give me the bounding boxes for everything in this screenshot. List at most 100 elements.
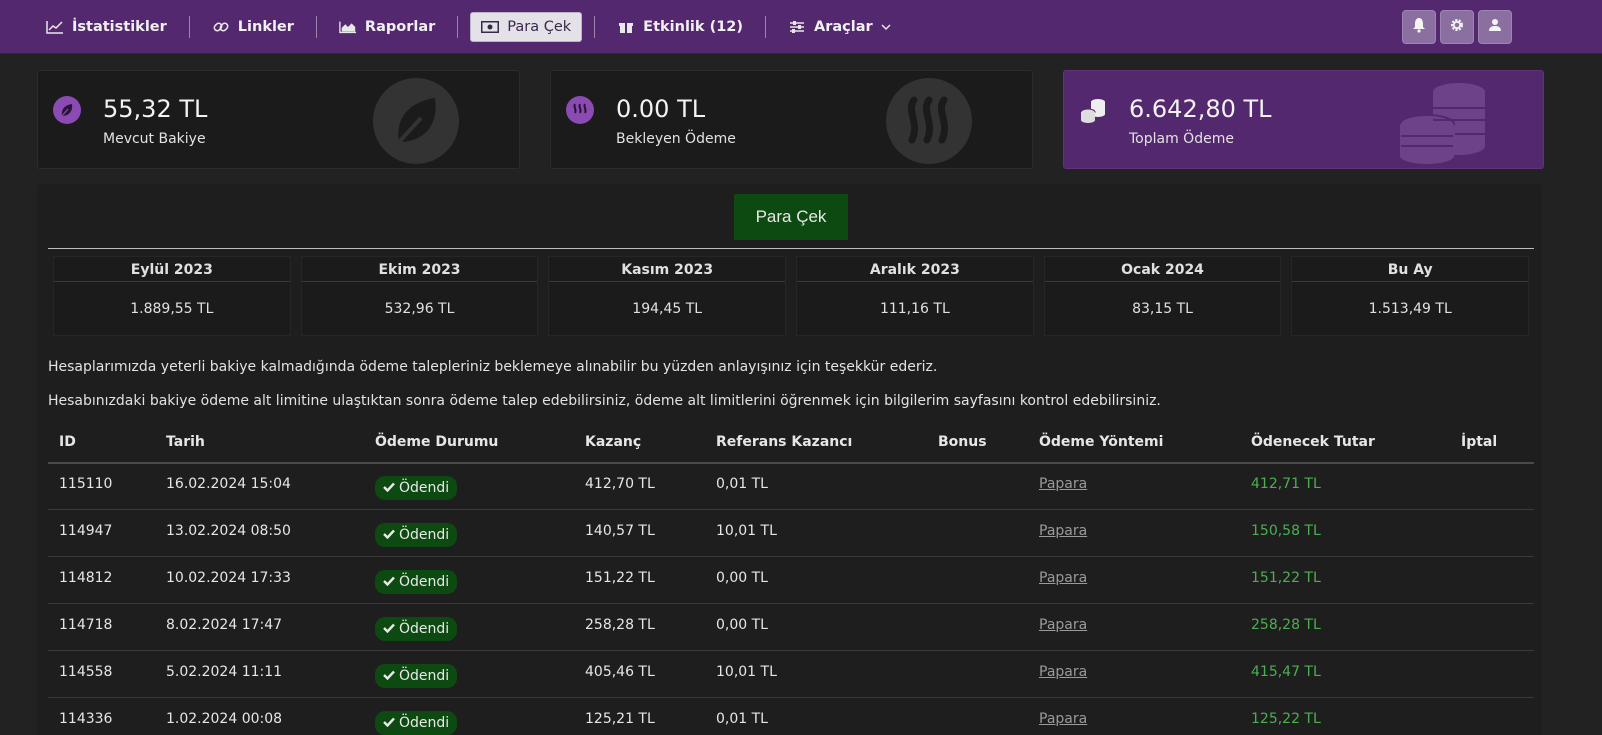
user-icon <box>1488 18 1502 36</box>
month-value: 83,15 TL <box>1132 301 1193 317</box>
month-value: 532,96 TL <box>384 301 455 317</box>
cell-id: 114718 <box>59 617 113 633</box>
month-value: 1.513,49 TL <box>1368 301 1452 317</box>
nav-label: Para Çek <box>507 19 572 35</box>
chevron-down-icon <box>881 19 891 35</box>
nav-item-raporlar[interactable]: Raporlar <box>329 12 445 42</box>
nav-divider <box>765 16 767 38</box>
monthly-earnings: Eylül 2023 1.889,55 TL Ekim 2023 532,96 … <box>48 256 1534 336</box>
month-name: Ekim 2023 <box>378 262 461 278</box>
card-pending-payment: 0.00 TL Bekleyen Ödeme <box>550 70 1033 169</box>
cell-earning: 258,28 TL <box>585 617 655 633</box>
month-name: Eylül 2023 <box>130 262 213 278</box>
payment-method-link[interactable]: Papara <box>1039 570 1087 586</box>
profile-button[interactable] <box>1478 10 1512 44</box>
cell-amount: 415,47 TL <box>1251 664 1321 680</box>
status-badge: Ödendi <box>375 711 458 735</box>
nav-item-linkler[interactable]: Linkler <box>202 12 304 42</box>
status-badge: Ödendi <box>375 664 458 688</box>
gear-icon <box>1449 17 1465 37</box>
steem-icon <box>566 96 594 124</box>
check-icon <box>383 621 395 637</box>
cell-earning: 405,46 TL <box>585 664 655 680</box>
nav-item-araclar[interactable]: Araçlar <box>778 12 901 42</box>
leaf-icon <box>373 78 459 164</box>
table-row: 115110 16.02.2024 15:04 Ödendi 412,70 TL… <box>48 463 1534 510</box>
month-name: Kasım 2023 <box>621 262 714 278</box>
cell-referral: 10,01 TL <box>716 523 777 539</box>
cell-referral: 10,01 TL <box>716 664 777 680</box>
check-icon <box>383 480 395 496</box>
nav-divider <box>457 16 459 38</box>
nav-item-para-cek[interactable]: Para Çek <box>470 12 583 42</box>
cell-earning: 140,57 TL <box>585 523 655 539</box>
cell-date: 10.02.2024 17:33 <box>166 570 291 586</box>
card-value: 55,32 TL <box>103 95 208 123</box>
payment-method-link[interactable]: Papara <box>1039 617 1087 633</box>
cell-amount: 412,71 TL <box>1251 476 1321 492</box>
money-icon <box>481 20 500 34</box>
month-box: Aralık 2023 111,16 TL <box>791 256 1039 336</box>
column-header: Tarih <box>166 434 205 450</box>
month-box: Bu Ay 1.513,49 TL <box>1286 256 1534 336</box>
nav-divider <box>594 16 596 38</box>
month-value: 1.889,55 TL <box>130 301 214 317</box>
cell-date: 5.02.2024 11:11 <box>166 664 283 680</box>
column-header: Referans Kazancı <box>716 434 853 450</box>
cell-amount: 151,22 TL <box>1251 570 1321 586</box>
status-badge: Ödendi <box>375 570 458 594</box>
card-value: 6.642,80 TL <box>1129 95 1272 123</box>
column-header: Kazanç <box>585 434 642 450</box>
month-box: Ekim 2023 532,96 TL <box>296 256 544 336</box>
column-header: Ödeme Durumu <box>375 434 499 450</box>
cell-amount: 125,22 TL <box>1251 711 1321 727</box>
column-header: İptal <box>1461 434 1498 450</box>
withdraw-button[interactable]: Para Çek <box>734 194 848 240</box>
column-header: ID <box>59 434 76 450</box>
area-chart-icon <box>339 20 357 34</box>
leaf-icon <box>53 96 81 124</box>
month-name: Aralık 2023 <box>869 262 960 278</box>
settings-button[interactable] <box>1440 10 1474 44</box>
card-current-balance: 55,32 TL Mevcut Bakiye <box>37 70 520 169</box>
payment-method-link[interactable]: Papara <box>1039 711 1087 727</box>
cell-earning: 151,22 TL <box>585 570 655 586</box>
status-badge: Ödendi <box>375 476 458 500</box>
month-value: 194,45 TL <box>632 301 703 317</box>
notifications-button[interactable] <box>1402 10 1436 44</box>
payment-method-link[interactable]: Papara <box>1039 476 1087 492</box>
cell-referral: 0,01 TL <box>716 711 768 727</box>
payment-method-link[interactable]: Papara <box>1039 664 1087 680</box>
check-icon <box>383 715 395 731</box>
cell-date: 13.02.2024 08:50 <box>166 523 291 539</box>
cell-referral: 0,00 TL <box>716 570 768 586</box>
card-total-payment: 6.642,80 TL Toplam Ödeme <box>1063 70 1544 169</box>
nav-label: Etkinlik (12) <box>643 19 744 35</box>
cell-amount: 258,28 TL <box>1251 617 1321 633</box>
nav-item-istatistikler[interactable]: İstatistikler <box>36 12 177 42</box>
nav-divider <box>315 16 317 38</box>
cell-amount: 150,58 TL <box>1251 523 1321 539</box>
cell-id: 114947 <box>59 523 113 539</box>
column-header: Bonus <box>938 434 987 450</box>
nav-menu: İstatistikler Linkler Raporlar Para Çek <box>36 12 901 42</box>
gift-icon <box>617 20 635 34</box>
sliders-icon <box>788 20 806 34</box>
cell-referral: 0,00 TL <box>716 617 768 633</box>
bell-icon <box>1411 17 1427 37</box>
notice-text: Hesaplarımızda yeterli bakiye kalmadığın… <box>48 359 938 375</box>
table-row: 114812 10.02.2024 17:33 Ödendi 151,22 TL… <box>48 557 1534 604</box>
nav-item-etkinlik[interactable]: Etkinlik (12) <box>607 12 753 42</box>
nav-actions <box>1402 10 1512 44</box>
cell-date: 1.02.2024 00:08 <box>166 711 283 727</box>
month-box: Kasım 2023 194,45 TL <box>543 256 791 336</box>
cell-id: 114812 <box>59 570 113 586</box>
card-value: 0.00 TL <box>616 95 706 123</box>
check-icon <box>383 574 395 590</box>
nav-label: Araçlar <box>814 19 873 35</box>
coins-icon <box>1397 78 1487 164</box>
card-label: Toplam Ödeme <box>1129 131 1234 147</box>
payment-method-link[interactable]: Papara <box>1039 523 1087 539</box>
cell-date: 8.02.2024 17:47 <box>166 617 283 633</box>
nav-divider <box>188 16 190 38</box>
